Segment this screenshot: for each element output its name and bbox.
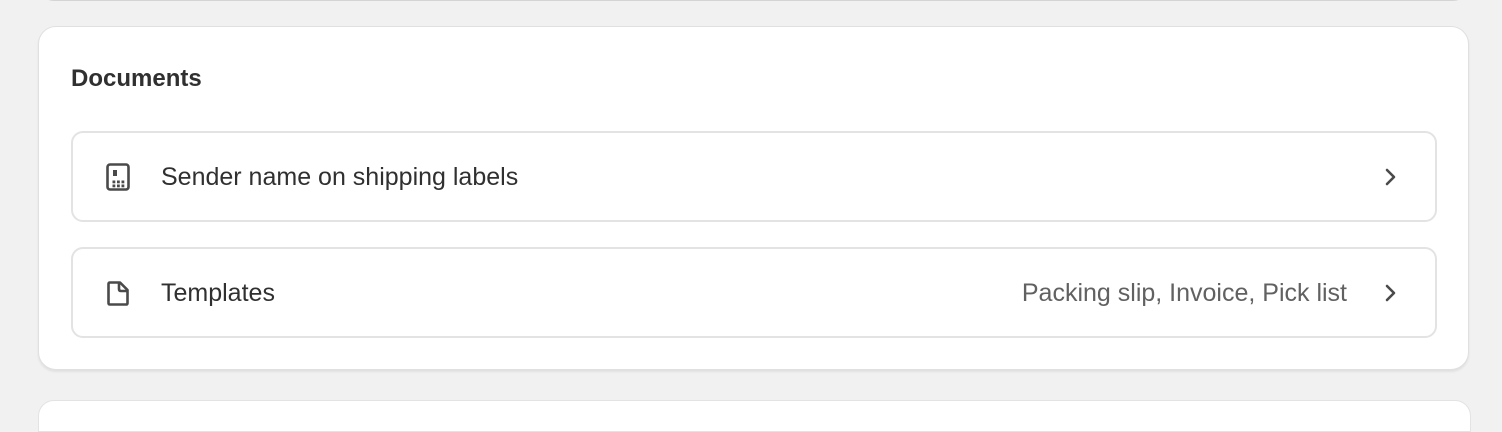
templates-summary: Packing slip, Invoice, Pick list (1021, 278, 1347, 307)
receipt-icon (103, 162, 133, 192)
file-icon (103, 278, 133, 308)
next-card-edge (38, 400, 1471, 432)
templates-row[interactable]: Templates Packing slip, Invoice, Pick li… (71, 247, 1437, 338)
section-title: Documents (71, 65, 202, 92)
row-label: Sender name on shipping labels (161, 162, 519, 191)
sender-name-row[interactable]: Sender name on shipping labels (71, 131, 1437, 222)
chevron-right-icon (1379, 166, 1401, 188)
row-label: Templates (161, 278, 275, 307)
chevron-right-icon (1379, 282, 1401, 304)
documents-card: Documents Sender name on shipping labels (38, 26, 1469, 370)
